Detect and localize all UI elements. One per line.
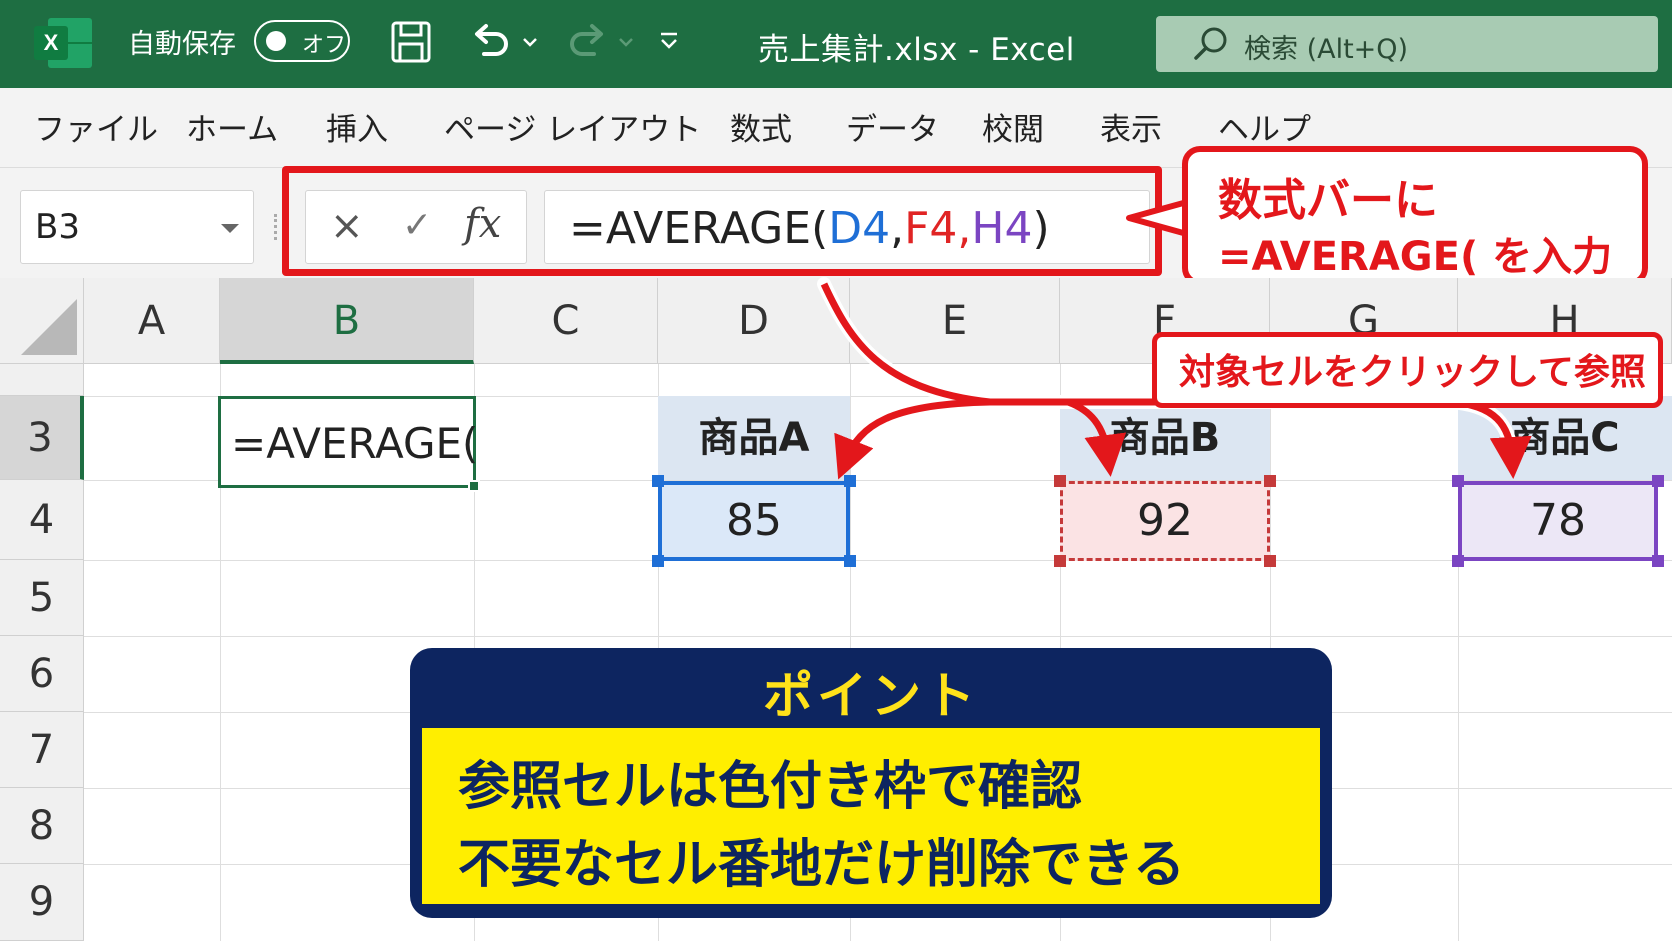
click-reference-callout: 対象セルをクリックして参照 [1152, 332, 1663, 408]
arrow-to-d4 [834, 398, 991, 480]
point-title: ポイント [763, 667, 979, 725]
point-line-1: 参照セルは色付き枠で確認 [458, 757, 1083, 817]
point-line-2: 不要なセル番地だけ削除できる [458, 835, 1185, 895]
point-panel: ポイント 参照セルは色付き枠で確認 不要なセル番地だけ削除できる [410, 648, 1332, 918]
arrow-to-f4 [1066, 398, 1127, 477]
point-highlight: 参照セルは色付き枠で確認 不要なセル番地だけ削除できる [422, 728, 1320, 904]
